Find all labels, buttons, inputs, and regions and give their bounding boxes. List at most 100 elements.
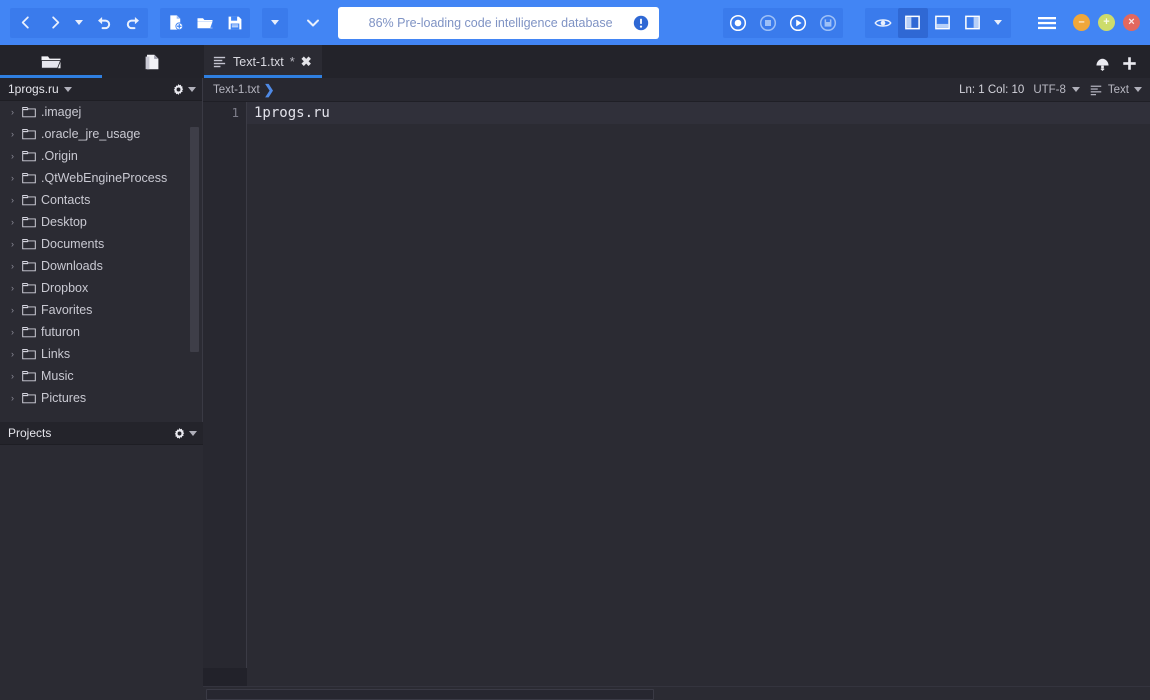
tree-item-0[interactable]: › .imagej: [0, 101, 203, 123]
projects-panel-header: Projects: [0, 422, 203, 445]
tree-item-2[interactable]: › .Origin: [0, 145, 203, 167]
code-area[interactable]: 1 1progs.ru: [203, 102, 1150, 700]
places-panel-header: 1progs.ru: [0, 78, 202, 101]
scrollbar-thumb[interactable]: [190, 127, 199, 352]
folder-icon: [22, 349, 36, 360]
status-search-field[interactable]: 86% Pre-loading code intelligence databa…: [338, 6, 659, 39]
toggle-bottom-pane-button[interactable]: [928, 8, 958, 38]
breadcrumb-file-label: Text-1.txt: [213, 83, 260, 96]
code-line[interactable]: 1progs.ru: [247, 102, 1150, 124]
open-file-button[interactable]: [190, 8, 220, 38]
twisty-icon[interactable]: ›: [8, 305, 17, 315]
toggle-left-pane-button[interactable]: [897, 7, 928, 38]
twisty-icon[interactable]: ›: [8, 261, 17, 271]
twisty-icon[interactable]: ›: [8, 195, 17, 205]
breadcrumb-separator-icon: ❯: [263, 81, 275, 97]
tree-item-5[interactable]: › Desktop: [0, 211, 203, 233]
twisty-icon[interactable]: ›: [8, 393, 17, 403]
code-lines[interactable]: 1progs.ru: [247, 102, 1150, 700]
tab-modified-indicator: *: [289, 54, 295, 69]
tree-item-1[interactable]: › .oracle_jre_usage: [0, 123, 203, 145]
language-selector[interactable]: Text: [1089, 83, 1142, 97]
play-macro-button[interactable]: [783, 8, 813, 38]
floppy-save-icon: [228, 16, 242, 29]
maximize-button[interactable]: +: [1098, 14, 1115, 31]
new-tab-button[interactable]: [1121, 55, 1138, 72]
toggle-preview-button[interactable]: [868, 8, 898, 38]
tree-item-6[interactable]: › Documents: [0, 233, 203, 255]
minimize-button[interactable]: –: [1073, 14, 1090, 31]
tree-item-8[interactable]: › Dropbox: [0, 277, 203, 299]
twisty-icon[interactable]: ›: [8, 107, 17, 117]
record-circle-icon: [729, 14, 746, 31]
file-tree[interactable]: › .imagej › .oracle_jre_usage › .Origin …: [0, 101, 203, 422]
horizontal-scrollbar[interactable]: [203, 686, 1150, 700]
info-circle-icon[interactable]: [633, 15, 649, 31]
tab-close-button[interactable]: ✖: [301, 55, 312, 68]
tree-item-4[interactable]: › Contacts: [0, 189, 203, 211]
caret-down-icon[interactable]: [63, 86, 72, 92]
eye-icon: [874, 18, 892, 27]
open-folder-icon: [197, 17, 213, 28]
twisty-icon[interactable]: ›: [8, 173, 17, 183]
tab-places[interactable]: [0, 45, 102, 78]
cursor-position-label: Ln: 1 Col: 10: [959, 83, 1025, 96]
tree-item-10[interactable]: › futuron: [0, 321, 203, 343]
twisty-icon[interactable]: ›: [8, 371, 17, 381]
scrollbar-thumb[interactable]: [206, 689, 654, 700]
projects-panel-title-wrap[interactable]: Projects: [8, 426, 173, 440]
projects-panel-body[interactable]: [0, 445, 203, 700]
tree-item-label: Dropbox: [41, 281, 89, 295]
tree-item-13[interactable]: › Pictures: [0, 387, 203, 409]
twisty-icon[interactable]: ›: [8, 327, 17, 337]
tree-item-9[interactable]: › Favorites: [0, 299, 203, 321]
tree-item-label: Links: [41, 347, 71, 361]
right-pane-icon: [965, 15, 981, 30]
notifications-lamp-icon[interactable]: [1094, 56, 1111, 72]
places-panel-title-wrap[interactable]: 1progs.ru: [8, 82, 172, 96]
projects-panel-options[interactable]: [173, 427, 197, 440]
folder-icon: [22, 261, 36, 272]
twisty-icon[interactable]: ›: [8, 239, 17, 249]
tree-item-12[interactable]: › Music: [0, 365, 203, 387]
tab-text-1[interactable]: Text-1.txt * ✖: [204, 45, 322, 78]
twisty-icon[interactable]: ›: [8, 217, 17, 227]
twisty-icon[interactable]: ›: [8, 283, 17, 293]
tab-strip: Text-1.txt * ✖: [0, 45, 1150, 78]
undo-arrow-icon: [97, 17, 110, 30]
hamburger-menu-button[interactable]: [1035, 8, 1059, 38]
save-file-button[interactable]: [220, 8, 250, 38]
toggle-right-pane-button[interactable]: [958, 8, 988, 38]
close-button[interactable]: ×: [1123, 14, 1140, 31]
record-macro-button[interactable]: [723, 8, 753, 38]
stop-macro-button[interactable]: [753, 8, 783, 38]
save-macro-button[interactable]: [813, 8, 843, 38]
file-dropdown-button[interactable]: [262, 7, 288, 38]
view-dropdown-button[interactable]: [988, 8, 1008, 38]
file-button-group: [160, 7, 250, 38]
twisty-icon[interactable]: ›: [8, 349, 17, 359]
encoding-label: UTF-8: [1033, 83, 1066, 96]
twisty-icon[interactable]: ›: [8, 151, 17, 161]
tab-open-files[interactable]: [102, 45, 204, 78]
chevron-right-icon: [51, 16, 59, 29]
editor-header-bar: Text-1.txt ❯ Ln: 1 Col: 10 UTF-8 Text: [203, 78, 1150, 102]
redo-button[interactable]: [118, 8, 148, 38]
back-button[interactable]: [10, 8, 40, 38]
nav-dropdown-button[interactable]: [70, 8, 88, 38]
tree-item-7[interactable]: › Downloads: [0, 255, 203, 277]
tree-item-11[interactable]: › Links: [0, 343, 203, 365]
twisty-icon[interactable]: ›: [8, 129, 17, 139]
file-tree-scrollbar[interactable]: [190, 127, 199, 415]
tree-item-label: Downloads: [41, 259, 103, 273]
encoding-selector[interactable]: UTF-8: [1033, 84, 1080, 96]
forward-button[interactable]: [40, 8, 70, 38]
undo-button[interactable]: [88, 8, 118, 38]
folder-icon: [22, 239, 36, 250]
tree-item-3[interactable]: › .QtWebEngineProcess: [0, 167, 203, 189]
places-panel-options[interactable]: [172, 83, 196, 96]
play-triangle-icon: [789, 14, 806, 31]
new-file-button[interactable]: [160, 8, 190, 38]
breadcrumb[interactable]: Text-1.txt ❯: [213, 82, 275, 98]
preferences-dropdown-button[interactable]: [302, 8, 325, 38]
